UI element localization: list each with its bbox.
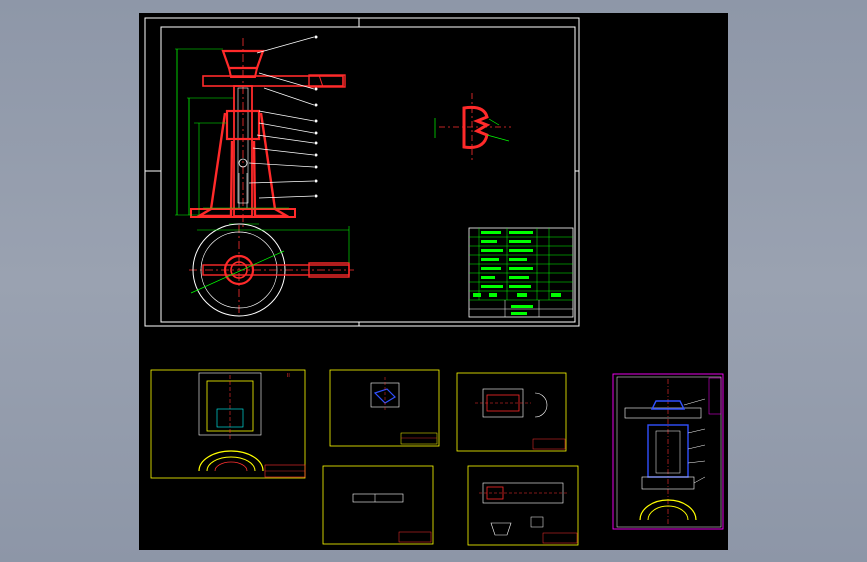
sheet-2[interactable] xyxy=(329,369,440,447)
main-title-block xyxy=(468,227,574,318)
svg-text:ll: ll xyxy=(287,373,290,379)
sheet-4[interactable] xyxy=(322,465,434,545)
drawing-canvas[interactable]: ll xyxy=(139,13,728,550)
sheet-6[interactable] xyxy=(612,373,724,530)
section-detail-view xyxy=(434,93,511,163)
sheet-5[interactable] xyxy=(467,465,579,546)
jack-top-view xyxy=(189,223,354,317)
drawing-svg: ll xyxy=(144,17,724,546)
sheet-3[interactable] xyxy=(456,372,567,452)
main-assembly-sheet[interactable] xyxy=(144,17,580,327)
cad-viewer-viewport[interactable]: ll xyxy=(0,0,867,562)
sheet-1[interactable]: ll xyxy=(150,369,306,479)
jack-front-view xyxy=(175,35,346,228)
main-sheet-outer-border xyxy=(144,17,580,327)
